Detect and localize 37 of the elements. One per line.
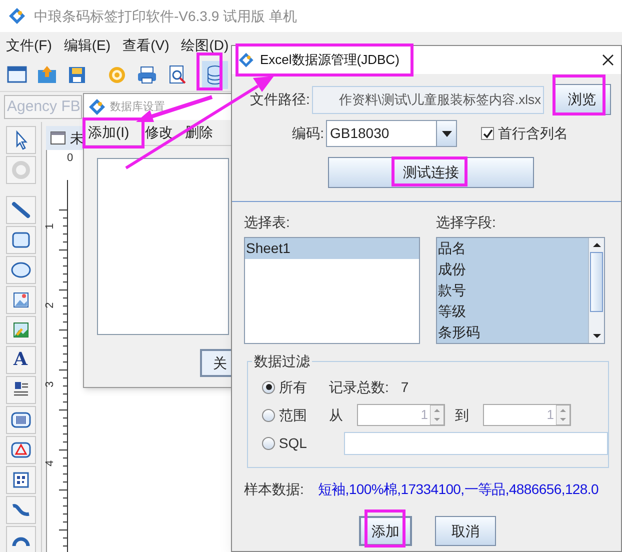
menu-item[interactable]: 查看(V): [120, 34, 172, 56]
ruler-label: 3: [42, 381, 57, 388]
record-count: 7: [400, 378, 409, 396]
toolbar-button[interactable]: 修改: [145, 122, 174, 143]
radio-label[interactable]: 范围: [279, 404, 329, 426]
test-connection-button[interactable]: 测试连接: [328, 157, 534, 188]
list-item[interactable]: 等级: [437, 301, 588, 322]
ruler-label: 1: [42, 223, 57, 230]
field-label: 样本数据:: [244, 480, 304, 499]
menu-item[interactable]: 绘图(D): [179, 34, 231, 56]
list-item[interactable]: 品名: [437, 238, 588, 259]
list-item[interactable]: Sheet1: [245, 238, 419, 259]
field-label: 文件路径:: [250, 90, 311, 109]
encoding-dropdown[interactable]: GB18030: [326, 120, 457, 147]
field-label: 从: [329, 406, 344, 424]
window-title: 中琅条码标签打印软件-V6.3.9 试用版 单机: [34, 6, 297, 26]
ruler-label: 4: [42, 460, 57, 466]
field-label: 到: [454, 406, 470, 424]
checkbox-label: 首行含列名: [498, 124, 568, 143]
ruler-label: 0: [67, 151, 74, 166]
list-item[interactable]: 成份: [437, 259, 588, 280]
list-item[interactable]: 条形码: [437, 322, 588, 343]
list-item[interactable]: 款号: [437, 280, 588, 301]
sample-data: 短袖,100%棉,17334100,一等品,4886656,128.0: [318, 480, 598, 499]
ruler-label: 2: [42, 302, 57, 308]
field-label: 记录总数:: [329, 378, 389, 396]
dialog-title: 数据库设置: [110, 100, 165, 115]
radio-label[interactable]: 所有: [279, 376, 329, 398]
menu-item[interactable]: 编辑(E): [62, 34, 113, 56]
list-label: 选择表:: [244, 213, 291, 232]
dialog-title: Excel数据源管理(JDBC): [260, 51, 400, 70]
radio-label[interactable]: SQL: [278, 432, 328, 454]
menu-item[interactable]: 文件(F): [4, 34, 54, 56]
field-label: 编码:: [291, 124, 325, 143]
list-label: 选择字段:: [436, 213, 497, 232]
file-path-field[interactable]: 作资料\测试\儿童服装标签内容.xlsx: [312, 86, 544, 114]
dialog-button[interactable]: 取消: [435, 516, 496, 546]
